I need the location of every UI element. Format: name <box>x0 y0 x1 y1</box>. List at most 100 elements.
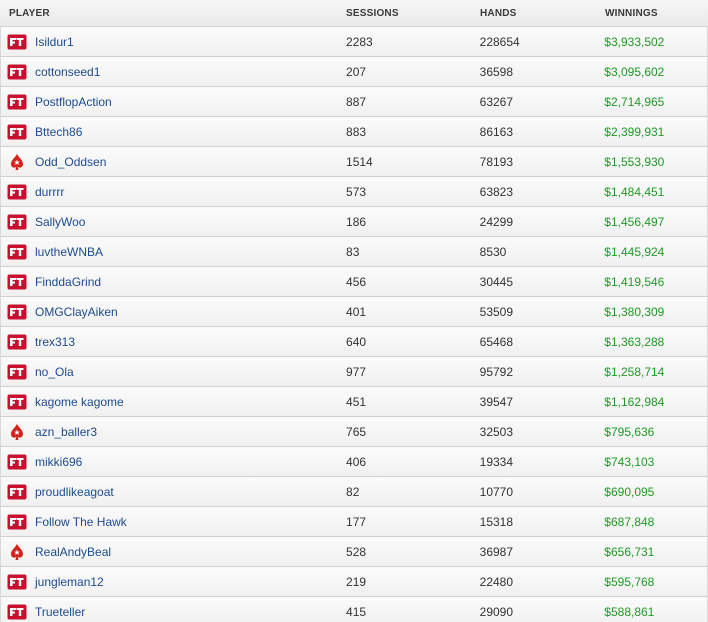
leaderboard-table: PLAYER SESSIONS HANDS WINNINGS Isildur1 … <box>0 0 708 622</box>
hands-cell: 36598 <box>479 64 514 79</box>
table-row[interactable]: PostflopAction 887 63267 $2,714,965 <box>0 87 708 117</box>
table-row[interactable]: Follow The Hawk 177 15318 $687,848 <box>0 507 708 537</box>
player-name[interactable]: trex313 <box>35 335 75 349</box>
player-name[interactable]: luvtheWNBA <box>35 245 103 259</box>
table-row[interactable]: proudlikeagoat 82 10770 $690,095 <box>0 477 708 507</box>
player-name[interactable]: durrrr <box>35 185 64 199</box>
table-row[interactable]: Isildur1 2283 228654 $3,933,502 <box>0 27 708 57</box>
hands-cell: 19334 <box>479 454 514 469</box>
sessions-cell: 573 <box>346 184 367 199</box>
player-name[interactable]: PostflopAction <box>35 95 112 109</box>
winnings-cell: $1,445,924 <box>604 244 665 259</box>
winnings-cell: $656,731 <box>604 544 655 559</box>
ftp-icon <box>6 92 28 112</box>
table-row[interactable]: SallyWoo 186 24299 $1,456,497 <box>0 207 708 237</box>
player-name[interactable]: OMGClayAiken <box>35 305 118 319</box>
winnings-cell: $795,636 <box>604 424 655 439</box>
sessions-cell: 401 <box>346 304 367 319</box>
table-row[interactable]: azn_baller3 765 32503 $795,636 <box>0 417 708 447</box>
player-name[interactable]: Odd_Oddsen <box>35 155 106 169</box>
ftp-icon <box>6 182 28 202</box>
table-row[interactable]: jungleman12 219 22480 $595,768 <box>0 567 708 597</box>
hands-cell: 39547 <box>479 394 514 409</box>
player-name[interactable]: mikki696 <box>35 455 82 469</box>
player-name[interactable]: azn_baller3 <box>35 425 97 439</box>
ftp-icon <box>6 302 28 322</box>
table-row[interactable]: no_Ola 977 95792 $1,258,714 <box>0 357 708 387</box>
ftp-icon <box>6 32 28 52</box>
sessions-cell: 883 <box>346 124 367 139</box>
ftp-icon <box>6 122 28 142</box>
header-winnings[interactable]: WINNINGS <box>605 8 708 19</box>
player-name[interactable]: SallyWoo <box>35 215 85 229</box>
hands-cell: 24299 <box>479 214 514 229</box>
table-row[interactable]: mikki696 406 19334 $743,103 <box>0 447 708 477</box>
table-row[interactable]: trex313 640 65468 $1,363,288 <box>0 327 708 357</box>
sessions-cell: 765 <box>346 424 367 439</box>
player-name[interactable]: Trueteller <box>35 605 85 619</box>
hands-cell: 15318 <box>479 514 514 529</box>
player-name[interactable]: FinddaGrind <box>35 275 101 289</box>
hands-cell: 65468 <box>479 334 514 349</box>
player-cell: trex313 <box>1 332 346 352</box>
winnings-cell: $3,933,502 <box>604 34 665 49</box>
player-cell: kagome kagome <box>1 392 346 412</box>
player-cell: durrrr <box>1 182 346 202</box>
sessions-cell: 177 <box>346 514 367 529</box>
sessions-cell: 1514 <box>346 154 373 169</box>
player-name[interactable]: jungleman12 <box>35 575 104 589</box>
player-cell: OMGClayAiken <box>1 302 346 322</box>
player-name[interactable]: no_Ola <box>35 365 74 379</box>
winnings-cell: $1,456,497 <box>604 214 665 229</box>
player-name[interactable]: proudlikeagoat <box>35 485 114 499</box>
player-cell: PostflopAction <box>1 92 346 112</box>
winnings-cell: $588,861 <box>604 604 655 619</box>
sessions-cell: 456 <box>346 274 367 289</box>
player-cell: RealAndyBeal <box>1 542 346 562</box>
player-name[interactable]: cottonseed1 <box>35 65 100 79</box>
table-row[interactable]: luvtheWNBA 83 8530 $1,445,924 <box>0 237 708 267</box>
player-cell: SallyWoo <box>1 212 346 232</box>
winnings-cell: $1,258,714 <box>604 364 665 379</box>
header-hands[interactable]: HANDS <box>480 8 605 19</box>
pokerstars-icon <box>6 542 28 562</box>
table-row[interactable]: Odd_Oddsen 1514 78193 $1,553,930 <box>0 147 708 177</box>
player-cell: proudlikeagoat <box>1 482 346 502</box>
hands-cell: 78193 <box>479 154 514 169</box>
player-name[interactable]: Isildur1 <box>35 35 74 49</box>
player-name[interactable]: Bttech86 <box>35 125 82 139</box>
header-player[interactable]: PLAYER <box>0 8 346 19</box>
table-row[interactable]: durrrr 573 63823 $1,484,451 <box>0 177 708 207</box>
header-sessions[interactable]: SESSIONS <box>346 8 480 19</box>
player-cell: Isildur1 <box>1 32 346 52</box>
table-header: PLAYER SESSIONS HANDS WINNINGS <box>0 0 708 27</box>
sessions-cell: 186 <box>346 214 367 229</box>
player-name[interactable]: Follow The Hawk <box>35 515 127 529</box>
player-cell: Odd_Oddsen <box>1 152 346 172</box>
table-row[interactable]: kagome kagome 451 39547 $1,162,984 <box>0 387 708 417</box>
sessions-cell: 451 <box>346 394 367 409</box>
player-cell: luvtheWNBA <box>1 242 346 262</box>
winnings-cell: $1,419,546 <box>604 274 665 289</box>
winnings-cell: $1,380,309 <box>604 304 665 319</box>
player-name[interactable]: kagome kagome <box>35 395 124 409</box>
table-row[interactable]: cottonseed1 207 36598 $3,095,602 <box>0 57 708 87</box>
ftp-icon <box>6 242 28 262</box>
ftp-icon <box>6 272 28 292</box>
winnings-cell: $1,484,451 <box>604 184 665 199</box>
table-row[interactable]: FinddaGrind 456 30445 $1,419,546 <box>0 267 708 297</box>
table-row[interactable]: OMGClayAiken 401 53509 $1,380,309 <box>0 297 708 327</box>
player-cell: Bttech86 <box>1 122 346 142</box>
ftp-icon <box>6 602 28 622</box>
ftp-icon <box>6 362 28 382</box>
hands-cell: 53509 <box>479 304 514 319</box>
table-row[interactable]: RealAndyBeal 528 36987 $656,731 <box>0 537 708 567</box>
winnings-cell: $1,553,930 <box>604 154 665 169</box>
player-name[interactable]: RealAndyBeal <box>35 545 111 559</box>
sessions-cell: 415 <box>346 604 367 619</box>
winnings-cell: $1,363,288 <box>604 334 665 349</box>
table-row[interactable]: Trueteller 415 29090 $588,861 <box>0 597 708 622</box>
hands-cell: 30445 <box>479 274 514 289</box>
hands-cell: 95792 <box>479 364 514 379</box>
table-row[interactable]: Bttech86 883 86163 $2,399,931 <box>0 117 708 147</box>
